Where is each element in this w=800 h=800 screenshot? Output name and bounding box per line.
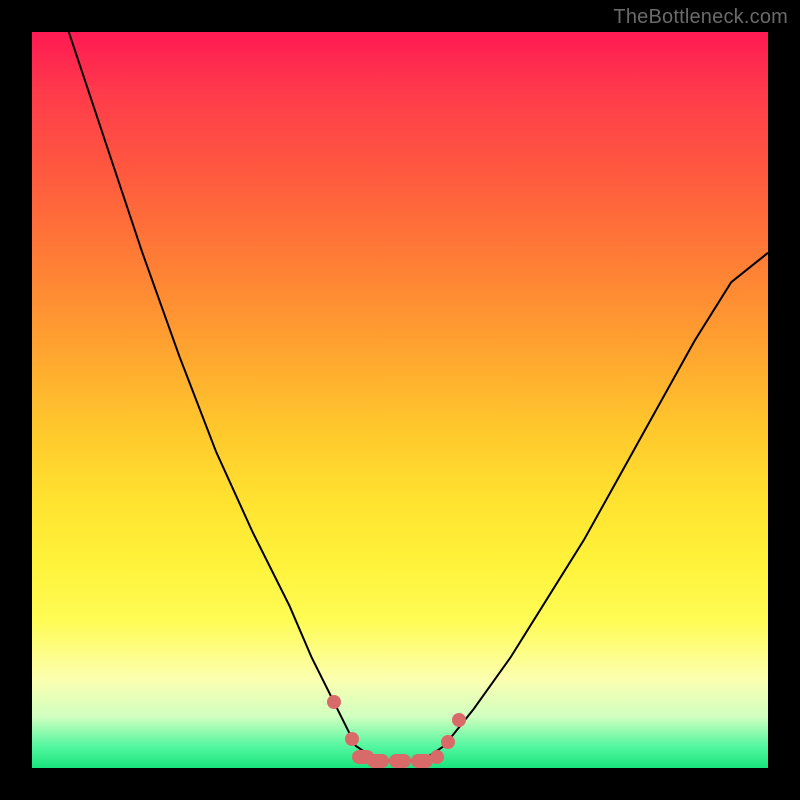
optimal-marker xyxy=(441,735,455,749)
chart-frame: TheBottleneck.com xyxy=(0,0,800,800)
optimal-marker xyxy=(389,754,411,768)
optimal-marker xyxy=(452,713,466,727)
optimal-marker xyxy=(430,750,444,764)
attribution-text: TheBottleneck.com xyxy=(613,6,788,29)
bottleneck-curve xyxy=(32,32,768,768)
optimal-marker xyxy=(327,695,341,709)
plot-area xyxy=(32,32,768,768)
optimal-marker xyxy=(345,732,359,746)
optimal-marker xyxy=(367,754,389,768)
